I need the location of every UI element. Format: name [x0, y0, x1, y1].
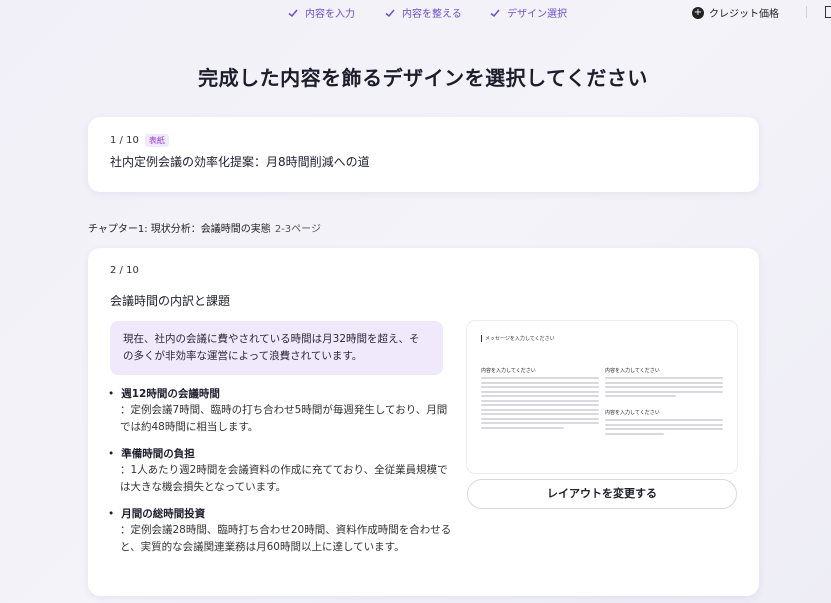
preview-column-heading: 内容を入力してください: [481, 368, 536, 374]
credit-price-link[interactable]: + クレジット価格: [692, 5, 779, 20]
bullet-list: 週12時間の会議時間 ：定例会議7時間、臨時の打ち合わせ5時間が毎週発生しており…: [108, 386, 453, 566]
slide-number: 2 / 10: [110, 265, 139, 276]
plus-circle-icon: +: [692, 6, 704, 19]
list-item: 準備時間の負担 ：1人あたり週2時間を会議資料の作成に充てており、全従業員規模で…: [108, 446, 453, 496]
check-icon: [490, 9, 500, 17]
layout-preview-thumbnail[interactable]: メッセージを入力してください 内容を入力してください 内容を入力してください 内…: [467, 321, 737, 473]
check-icon: [288, 9, 298, 17]
step-design-select[interactable]: デザイン選択: [489, 5, 567, 20]
preview-column-1: 内容を入力してください: [481, 367, 599, 431]
preview-column-3: 内容を入力してください: [605, 409, 723, 437]
slide-summary: 現在、社内の会議に費やされている時間は月32時間を超え、その多くが非効率な運営に…: [110, 321, 443, 375]
step-input-content[interactable]: 内容を入力: [287, 5, 355, 20]
progress-steps: 内容を入力 内容を整える デザイン選択 + クレジット価格: [0, 0, 831, 26]
step-label: 内容を入力: [305, 9, 355, 20]
preview-column-heading: 内容を入力してください: [605, 410, 660, 416]
bullet-heading: 準備時間の負担: [108, 446, 453, 462]
cover-badge: 表紙: [144, 134, 169, 147]
bullet-body: ：定例会議28時間、臨時打ち合わせ20時間、資料作成時間を合わせると、実質的な会…: [120, 524, 452, 553]
preview-column-2: 内容を入力してください: [605, 367, 723, 400]
change-layout-button[interactable]: レイアウトを変更する: [467, 479, 737, 509]
slide-card-2[interactable]: 2 / 10 会議時間の内訳と課題 現在、社内の会議に費やされている時間は月32…: [88, 248, 759, 596]
chapter-pages: 2-3ページ: [274, 224, 321, 235]
bullet-body: ：定例会議7時間、臨時の打ち合わせ5時間が毎週発生しており、月間では約48時間に…: [120, 404, 448, 433]
chapter-heading: チャプター1: 現状分析：会議時間の実態 2-3ページ: [88, 220, 321, 235]
credit-label: クレジット価格: [709, 9, 779, 20]
list-item: 月間の総時間投資 ：定例会議28時間、臨時打ち合わせ20時間、資料作成時間を合わ…: [108, 506, 453, 556]
divider: [806, 6, 807, 18]
bullet-heading: 月間の総時間投資: [108, 506, 453, 522]
preview-column-heading: 内容を入力してください: [605, 368, 660, 374]
check-icon: [385, 9, 395, 17]
slide-title: 会議時間の内訳と課題: [110, 294, 231, 308]
chapter-label: チャプター1: 現状分析：会議時間の実態: [88, 224, 271, 235]
preview-heading: メッセージを入力してください: [481, 335, 555, 342]
list-item: 週12時間の会議時間 ：定例会議7時間、臨時の打ち合わせ5時間が毎週発生しており…: [108, 386, 453, 436]
step-label: 内容を整える: [402, 9, 462, 20]
bullet-heading: 週12時間の会議時間: [108, 386, 453, 402]
bullet-body: ：1人あたり週2時間を会議資料の作成に充てており、全従業員規模では大きな機会損失…: [120, 464, 448, 493]
slide-number: 1 / 10: [110, 135, 139, 146]
step-label: デザイン選択: [507, 9, 567, 20]
page-title: 完成した内容を飾るデザインを選択してください: [198, 66, 648, 90]
slide-title: 社内定例会議の効率化提案：月8時間削減への道: [110, 155, 370, 169]
slide-card-cover[interactable]: 1 / 10 表紙 社内定例会議の効率化提案：月8時間削減への道: [88, 117, 759, 192]
step-refine-content[interactable]: 内容を整える: [384, 5, 462, 20]
menu-icon[interactable]: [825, 6, 831, 18]
slide-number-row: 1 / 10 表紙: [110, 134, 169, 147]
